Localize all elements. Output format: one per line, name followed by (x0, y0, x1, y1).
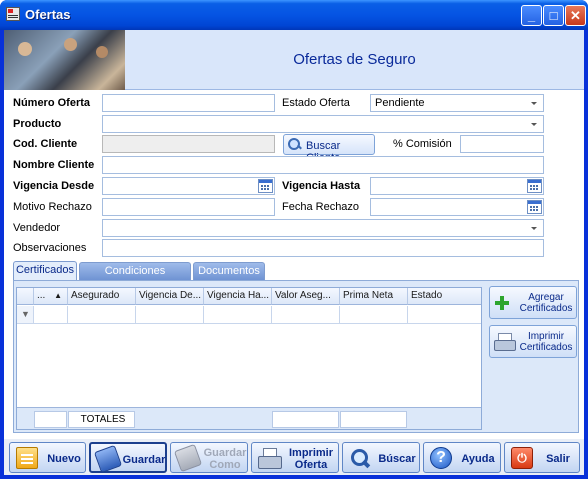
vigencia-hasta-field[interactable] (370, 177, 544, 195)
save-as-icon (173, 443, 203, 473)
column-header[interactable]: ... ▲ (34, 288, 68, 305)
certificados-panel: ... ▲ Asegurado Vigencia De... Vigencia … (13, 280, 579, 433)
estado-oferta-label: Estado Oferta (282, 97, 350, 109)
salir-button[interactable]: ⏻ Salir (504, 442, 580, 473)
comision-field[interactable] (460, 135, 544, 153)
cod-cliente-label: Cod. Cliente (13, 138, 78, 150)
page-title: Ofertas de Seguro (293, 51, 416, 68)
observaciones-field[interactable] (102, 239, 544, 257)
totals-row: TOTALES (17, 407, 481, 429)
totals-label: TOTALES (68, 411, 135, 428)
window-title: Ofertas (25, 7, 71, 22)
filter-cell[interactable] (408, 306, 481, 324)
total-prima-neta (340, 411, 407, 428)
header-banner: Ofertas de Seguro (4, 30, 584, 90)
vendedor-select[interactable] (102, 219, 544, 237)
ayuda-button[interactable]: ? Ayuda (423, 442, 501, 473)
observaciones-label: Observaciones (13, 242, 87, 254)
filter-cell[interactable] (204, 306, 272, 324)
column-header[interactable]: Vigencia Ha... (204, 288, 272, 305)
filter-cell[interactable] (34, 306, 68, 324)
numero-oferta-field[interactable] (102, 94, 275, 112)
vigencia-hasta-label: Vigencia Hasta (282, 180, 361, 192)
calendar-icon[interactable] (527, 200, 542, 214)
business-people-photo (4, 30, 125, 90)
total-valor-asegurado (272, 411, 339, 428)
comision-label: % Comisión (393, 138, 452, 150)
producto-select[interactable] (102, 115, 544, 133)
exit-icon: ⏻ (511, 447, 533, 469)
filter-cell[interactable] (68, 306, 136, 324)
column-header[interactable]: Prima Neta (340, 288, 408, 305)
buscar-cliente-button[interactable]: Buscar Cliente (283, 134, 375, 164)
motivo-rechazo-label: Motivo Rechazo (13, 201, 92, 213)
imprimir-oferta-button[interactable]: Imprimir Oferta (251, 442, 339, 473)
new-document-icon (16, 447, 38, 469)
column-header[interactable]: Valor Aseg... (272, 288, 340, 305)
filter-icon: ▼ (21, 309, 30, 319)
close-button[interactable]: ✕ (565, 5, 586, 26)
app-icon (6, 7, 20, 21)
nuevo-button[interactable]: Nuevo (9, 442, 86, 473)
vigencia-desde-field[interactable] (102, 177, 275, 195)
row-selector-header (17, 288, 34, 305)
search-icon (349, 447, 371, 469)
agregar-certificados-button[interactable]: Agregar Certificados (489, 286, 577, 319)
numero-oferta-label: Número Oferta (13, 97, 91, 109)
column-header[interactable]: Estado (408, 288, 481, 305)
nombre-cliente-label: Nombre Cliente (13, 159, 95, 171)
add-icon (495, 296, 509, 310)
fecha-rechazo-label: Fecha Rechazo (282, 201, 360, 213)
filter-row-selector: ▼ (17, 306, 34, 324)
title-bar[interactable]: Ofertas _ □ ✕ (0, 0, 588, 30)
search-icon (288, 138, 302, 151)
bottom-toolbar: Nuevo Guardar Guardar Como Imprimir Ofer… (4, 439, 584, 475)
filter-cell[interactable] (136, 306, 204, 324)
certificados-grid[interactable]: ... ▲ Asegurado Vigencia De... Vigencia … (16, 287, 482, 430)
minimize-button[interactable]: _ (521, 5, 542, 26)
maximize-button[interactable]: □ (543, 5, 564, 26)
guardar-como-button[interactable]: Guardar Como (170, 442, 248, 473)
printer-icon (258, 447, 282, 469)
motivo-rechazo-field[interactable] (102, 198, 275, 216)
save-icon (93, 444, 123, 474)
nombre-cliente-field[interactable] (102, 156, 544, 174)
column-header[interactable]: Asegurado (68, 288, 136, 305)
calendar-icon[interactable] (527, 179, 542, 193)
filter-cell[interactable] (272, 306, 340, 324)
application-window: Ofertas _ □ ✕ Ofertas de Seguro Número O… (0, 0, 588, 479)
producto-label: Producto (13, 118, 62, 130)
vigencia-desde-label: Vigencia Desde (13, 180, 95, 192)
fecha-rechazo-field[interactable] (370, 198, 544, 216)
tab-documentos[interactable]: Documentos (193, 262, 265, 280)
printer-icon (494, 333, 516, 351)
column-header[interactable]: Vigencia De... (136, 288, 204, 305)
sort-ascending-icon: ▲ (54, 291, 63, 300)
estado-oferta-select[interactable]: Pendiente (370, 94, 544, 112)
imprimir-certificados-button[interactable]: Imprimir Certificados (489, 325, 577, 358)
cod-cliente-field (102, 135, 275, 153)
tab-certificados[interactable]: Certificados (13, 261, 77, 281)
vendedor-label: Vendedor (13, 222, 61, 234)
guardar-button[interactable]: Guardar (89, 442, 167, 474)
tab-condiciones-especiales[interactable]: Condiciones Especiales (79, 262, 191, 293)
filter-cell[interactable] (340, 306, 408, 324)
window-body: Ofertas de Seguro Número Oferta Estado O… (4, 30, 584, 475)
calendar-icon[interactable] (258, 179, 273, 193)
help-icon: ? (430, 447, 452, 469)
totals-cell (34, 411, 67, 428)
buscar-button[interactable]: Búscar (342, 442, 420, 473)
